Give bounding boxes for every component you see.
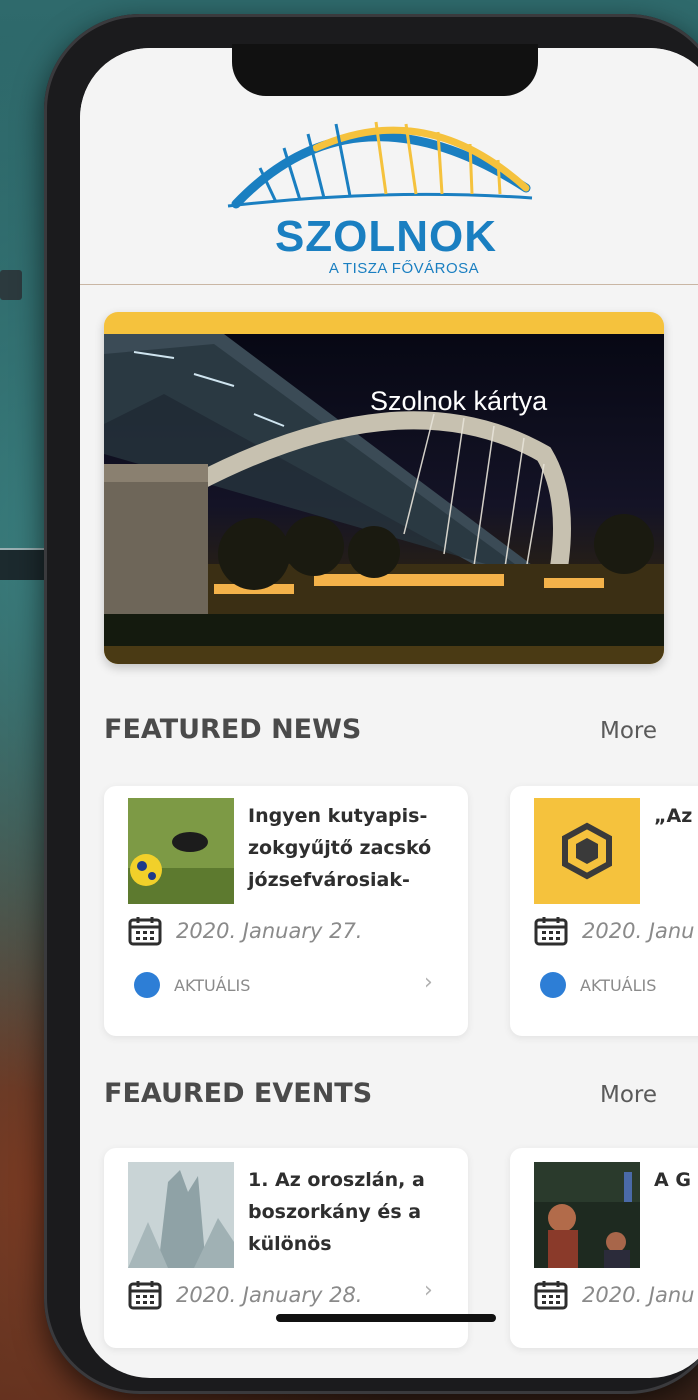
event-card-date: 2020. Janu xyxy=(582,1283,695,1307)
background-dock xyxy=(0,548,48,580)
chevron-right-icon[interactable]: › xyxy=(424,970,433,995)
calendar-icon xyxy=(534,917,568,946)
calendar-icon xyxy=(128,917,162,946)
category-dot-icon xyxy=(540,972,566,998)
app-screen: SZOLNOK A TISZA FŐVÁROSA Szolnok kártya … xyxy=(80,48,698,1378)
hexagon-logo-icon xyxy=(562,822,612,880)
featured-events-title: FEAURED EVENTS xyxy=(104,1078,373,1109)
castle-illustration xyxy=(128,1162,234,1268)
calendar-icon xyxy=(128,1281,162,1310)
news-card-date: 2020. January 27. xyxy=(176,919,363,943)
logo-title: SZOLNOK xyxy=(274,212,498,261)
news-card-category-row: AKTUÁLIS xyxy=(134,972,250,998)
news-card-title: Ingyen kutyapis-zokgyűjtő zacskó józsefv… xyxy=(248,805,432,891)
event-card-title: 1. Az oroszlán, a boszorkány és a különö… xyxy=(248,1169,425,1255)
news-card-date: 2020. Janu xyxy=(582,919,695,943)
category-dot-icon xyxy=(134,972,160,998)
home-indicator[interactable] xyxy=(276,1314,496,1322)
event-thumbnail xyxy=(534,1162,640,1268)
calendar-icon xyxy=(534,1281,568,1310)
event-card-date-row: 2020. January 28. xyxy=(128,1280,362,1310)
event-card[interactable]: A G - TE 2020. Janu xyxy=(510,1148,698,1348)
news-card[interactable]: „Az old der 2020. Janu AKTUÁLIS xyxy=(510,786,698,1036)
bridge-logo-icon xyxy=(227,121,533,209)
szolnok-card-banner[interactable]: Szolnok kártya xyxy=(104,312,664,664)
hero-title: Szolnok kártya xyxy=(370,386,548,416)
news-thumbnail-logo xyxy=(534,798,640,904)
featured-news-title: FEATURED NEWS xyxy=(104,714,362,745)
hero-bottom-strip xyxy=(104,646,664,664)
news-card-category: AKTUÁLIS xyxy=(174,975,251,995)
szolnok-logo[interactable]: SZOLNOK A TISZA FŐVÁROSA xyxy=(226,108,546,278)
phone-notch xyxy=(232,44,538,96)
logo-subtitle: A TISZA FŐVÁROSA xyxy=(328,260,480,277)
event-card-title: A G - TE xyxy=(654,1169,698,1191)
event-thumbnail xyxy=(128,1162,234,1268)
event-card-date: 2020. January 28. xyxy=(176,1283,363,1307)
news-card-date-row: 2020. Janu xyxy=(534,916,694,946)
bridge-photo-illustration xyxy=(104,334,664,646)
chevron-right-icon[interactable]: › xyxy=(424,1278,433,1303)
featured-news-more-link[interactable]: More xyxy=(600,718,657,744)
bridge-night-photo: Szolnok kártya xyxy=(104,334,664,646)
news-card-category: AKTUÁLIS xyxy=(580,975,657,995)
soccer-ball-photo xyxy=(128,798,234,904)
news-card-title: „Az old der xyxy=(654,805,698,827)
background-boat xyxy=(0,270,22,300)
event-card-date-row: 2020. Janu xyxy=(534,1280,694,1310)
news-card-category-row: AKTUÁLIS xyxy=(540,972,656,998)
news-card-date-row: 2020. January 27. xyxy=(128,916,362,946)
news-card[interactable]: Ingyen kutyapis-zokgyűjtő zacskó józsefv… xyxy=(104,786,468,1036)
featured-events-more-link[interactable]: More xyxy=(600,1082,657,1108)
concert-photo xyxy=(534,1162,640,1268)
news-thumbnail-dog xyxy=(128,798,234,904)
